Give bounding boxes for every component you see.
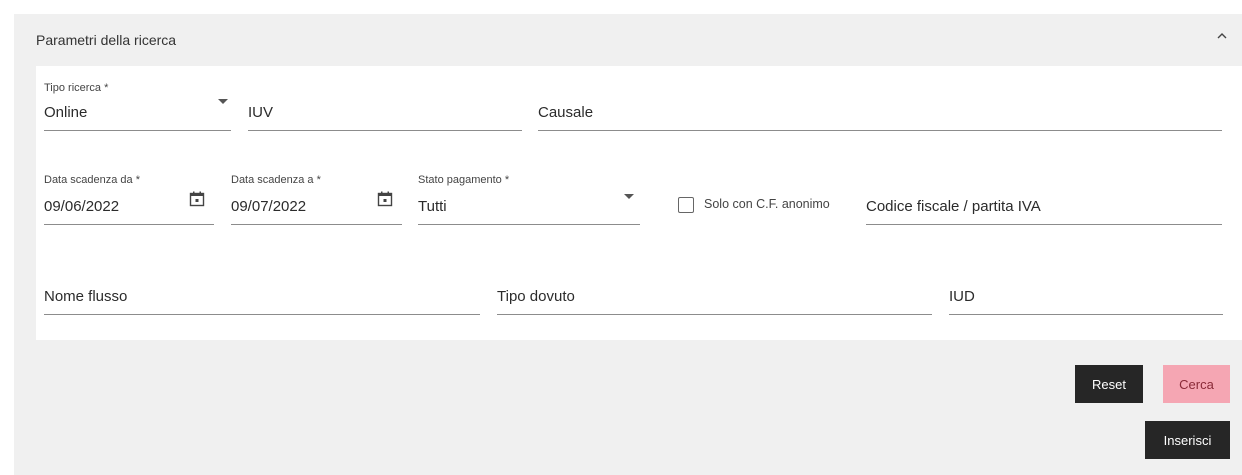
- tipo-ricerca-value: Online: [44, 104, 88, 121]
- iuv-input[interactable]: IUV: [248, 80, 522, 131]
- cerca-button[interactable]: Cerca: [1163, 365, 1230, 403]
- iud-placeholder: IUD: [949, 288, 975, 305]
- causale-placeholder: Causale: [538, 104, 594, 121]
- data-scadenza-a-value: 09/07/2022: [231, 198, 307, 215]
- panel-title: Parametri della ricerca: [36, 32, 177, 48]
- nome-flusso-placeholder: Nome flusso: [44, 288, 128, 305]
- tipo-ricerca-label: Tipo ricerca *: [44, 82, 109, 94]
- panel-header[interactable]: Parametri della ricerca: [14, 14, 1242, 66]
- stato-pagamento-value: Tutti: [418, 198, 447, 215]
- solo-cf-anonimo-label: Solo con C.F. anonimo: [704, 197, 830, 211]
- data-scadenza-da-value: 09/06/2022: [44, 198, 120, 215]
- caret-down-icon: [624, 194, 634, 199]
- data-scadenza-a-label: Data scadenza a *: [231, 174, 321, 186]
- data-scadenza-a-input[interactable]: Data scadenza a * 09/07/2022: [231, 172, 402, 225]
- calendar-icon[interactable]: [376, 190, 394, 208]
- checkbox-box[interactable]: [678, 197, 694, 213]
- solo-cf-anonimo-checkbox[interactable]: Solo con C.F. anonimo: [678, 196, 848, 216]
- data-scadenza-da-input[interactable]: Data scadenza da * 09/06/2022: [44, 172, 214, 225]
- data-scadenza-da-label: Data scadenza da *: [44, 174, 141, 186]
- inserisci-button[interactable]: Inserisci: [1145, 421, 1230, 459]
- calendar-icon[interactable]: [188, 190, 206, 208]
- caret-down-icon: [218, 99, 228, 104]
- tipo-ricerca-select[interactable]: Tipo ricerca * Online: [44, 80, 231, 131]
- stato-pagamento-select[interactable]: Stato pagamento * Tutti: [418, 172, 640, 225]
- reset-button[interactable]: Reset: [1075, 365, 1143, 403]
- iuv-placeholder: IUV: [248, 104, 274, 121]
- chevron-up-icon[interactable]: [1214, 28, 1230, 44]
- iud-input[interactable]: IUD: [949, 280, 1223, 315]
- stato-pagamento-label: Stato pagamento *: [418, 174, 510, 186]
- tipo-dovuto-input[interactable]: Tipo dovuto: [497, 280, 932, 315]
- tipo-dovuto-placeholder: Tipo dovuto: [497, 288, 575, 305]
- codice-fiscale-input[interactable]: Codice fiscale / partita IVA: [866, 172, 1222, 225]
- nome-flusso-input[interactable]: Nome flusso: [44, 280, 480, 315]
- search-form: Tipo ricerca * Online IUV Causale Data s…: [36, 66, 1242, 340]
- codice-fiscale-placeholder: Codice fiscale / partita IVA: [866, 198, 1041, 215]
- search-parameters-panel: Parametri della ricerca Tipo ricerca * O…: [14, 14, 1242, 475]
- causale-input[interactable]: Causale: [538, 80, 1222, 131]
